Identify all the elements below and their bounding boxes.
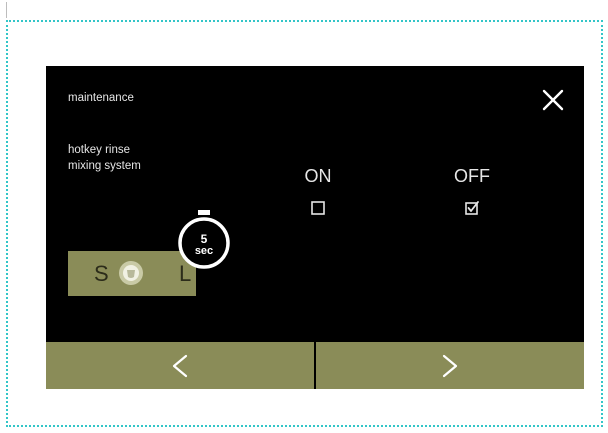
timer-value: 5 [200,232,208,246]
option-on-label: ON [304,166,332,186]
page-title: maintenance [68,92,134,104]
option-off-label: OFF [454,166,490,186]
timer-unit: sec [194,245,214,257]
setting-label-line1: hotkey rinse [68,144,131,156]
stopwatch-timer: 5 sec [176,206,232,272]
maintenance-screen: maintenance hotkey rinse mixing system O… [46,66,584,389]
option-off: OFF [442,164,502,216]
chevron-right-icon [442,354,458,377]
size-small-label: S [94,261,109,286]
close-icon[interactable] [540,87,566,113]
next-button[interactable] [316,342,584,389]
navigation-bar [46,342,584,389]
chevron-left-icon [172,354,188,377]
setting-label: hotkey rinse mixing system [68,142,198,174]
cup-icon [119,261,143,285]
checkbox-checked-icon[interactable] [464,200,480,216]
checkbox-empty-icon[interactable] [310,200,326,216]
corner-tick [6,2,7,18]
option-on: ON [288,164,348,216]
previous-button[interactable] [46,342,314,389]
setting-label-line2: mixing system [68,160,141,172]
